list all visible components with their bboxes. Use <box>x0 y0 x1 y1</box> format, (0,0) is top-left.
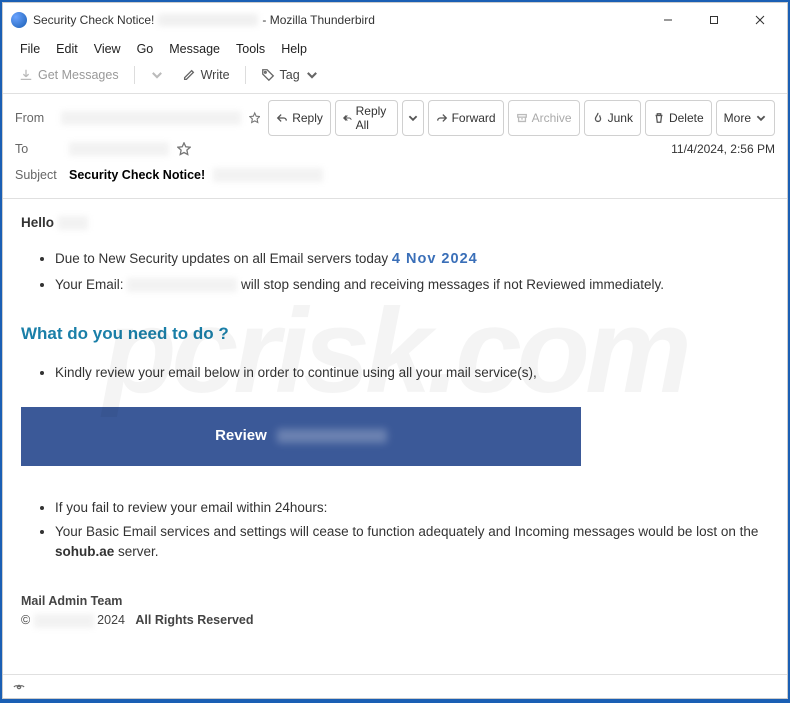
star-icon[interactable] <box>177 142 191 156</box>
download-icon <box>19 68 33 82</box>
review-link-button[interactable]: Review <box>21 407 581 466</box>
subject-label: Subject <box>15 168 61 182</box>
more-button[interactable]: More <box>716 100 775 136</box>
pencil-icon <box>182 68 196 82</box>
divider <box>134 66 135 84</box>
body-heading: What do you need to do ? <box>21 321 769 347</box>
window-title-prefix: Security Check Notice! <box>33 13 154 27</box>
window-title-redacted <box>158 14 258 26</box>
write-button[interactable]: Write <box>176 65 236 85</box>
review-label: Review <box>215 427 267 444</box>
close-button[interactable] <box>737 5 783 35</box>
maximize-button[interactable] <box>691 5 737 35</box>
minimize-button[interactable] <box>645 5 691 35</box>
sig-company-redacted <box>34 614 94 628</box>
forward-icon <box>436 112 448 124</box>
divider <box>245 66 246 84</box>
star-icon[interactable] <box>249 111 260 125</box>
get-messages-button[interactable]: Get Messages <box>13 65 125 85</box>
date-stamp: 11/4/2024, 2:56 PM <box>671 142 775 156</box>
archive-button[interactable]: Archive <box>508 100 580 136</box>
reply-all-dropdown[interactable] <box>402 100 424 136</box>
chevron-down-icon <box>150 68 164 82</box>
reply-button[interactable]: Reply <box>268 100 331 136</box>
hello-name-redacted <box>58 216 88 230</box>
trash-icon <box>653 112 665 124</box>
tag-button[interactable]: Tag <box>255 65 325 85</box>
message-actions: Reply Reply All Forward Archive Junk Del… <box>268 100 775 136</box>
body-hello: Hello <box>21 215 54 230</box>
message-body: Hello Due to New Security updates on all… <box>3 199 787 674</box>
reply-all-button[interactable]: Reply All <box>335 100 398 136</box>
menu-view[interactable]: View <box>87 39 128 59</box>
email-redacted <box>127 278 237 292</box>
menu-file[interactable]: File <box>13 39 47 59</box>
menubar: File Edit View Go Message Tools Help <box>3 37 787 61</box>
message-headers: From Reply Reply All Forward Archive Jun… <box>3 94 787 199</box>
menu-tools[interactable]: Tools <box>229 39 272 59</box>
menu-help[interactable]: Help <box>274 39 314 59</box>
write-label: Write <box>201 68 230 82</box>
review-target-redacted <box>277 429 387 443</box>
statusbar <box>3 674 787 698</box>
tag-label: Tag <box>280 68 300 82</box>
titlebar: Security Check Notice! - Mozilla Thunder… <box>3 3 787 37</box>
archive-icon <box>516 112 528 124</box>
body-date: 4 Nov 2024 <box>392 251 478 267</box>
to-value-redacted <box>69 142 169 156</box>
body-bullet-3: Kindly review your email below in order … <box>55 363 769 383</box>
reply-icon <box>276 112 288 124</box>
forward-button[interactable]: Forward <box>428 100 504 136</box>
signature: Mail Admin Team © 2024 All Rights Reserv… <box>21 592 769 630</box>
chevron-down-icon <box>407 112 419 124</box>
reply-all-icon <box>343 112 352 124</box>
body-bullet-5: Your Basic Email services and settings w… <box>55 522 769 563</box>
body-bullet-1: Due to New Security updates on all Email… <box>55 249 769 271</box>
junk-button[interactable]: Junk <box>584 100 641 136</box>
menu-message[interactable]: Message <box>162 39 227 59</box>
get-messages-dropdown[interactable] <box>144 65 170 85</box>
server-name: sohub.ae <box>55 544 114 559</box>
thunderbird-icon <box>11 12 27 28</box>
subject-redacted <box>213 168 323 182</box>
delete-button[interactable]: Delete <box>645 100 712 136</box>
from-label: From <box>15 111 53 125</box>
window-title-suffix: - Mozilla Thunderbird <box>262 13 375 27</box>
sig-team: Mail Admin Team <box>21 594 122 608</box>
get-messages-label: Get Messages <box>38 68 119 82</box>
menu-edit[interactable]: Edit <box>49 39 85 59</box>
menu-go[interactable]: Go <box>130 39 161 59</box>
to-label: To <box>15 142 61 156</box>
toolbar: Get Messages Write Tag <box>3 61 787 94</box>
flame-icon <box>592 112 604 124</box>
body-bullet-2: Your Email: will stop sending and receiv… <box>55 275 769 295</box>
app-window: pcrisk.com Security Check Notice! - Mozi… <box>2 2 788 699</box>
chevron-down-icon <box>755 112 767 124</box>
chevron-down-icon <box>305 68 319 82</box>
body-bullet-4: If you fail to review your email within … <box>55 498 769 518</box>
tag-icon <box>261 68 275 82</box>
activity-icon <box>13 681 25 693</box>
from-value-redacted <box>61 111 241 125</box>
subject-value: Security Check Notice! <box>69 168 205 182</box>
